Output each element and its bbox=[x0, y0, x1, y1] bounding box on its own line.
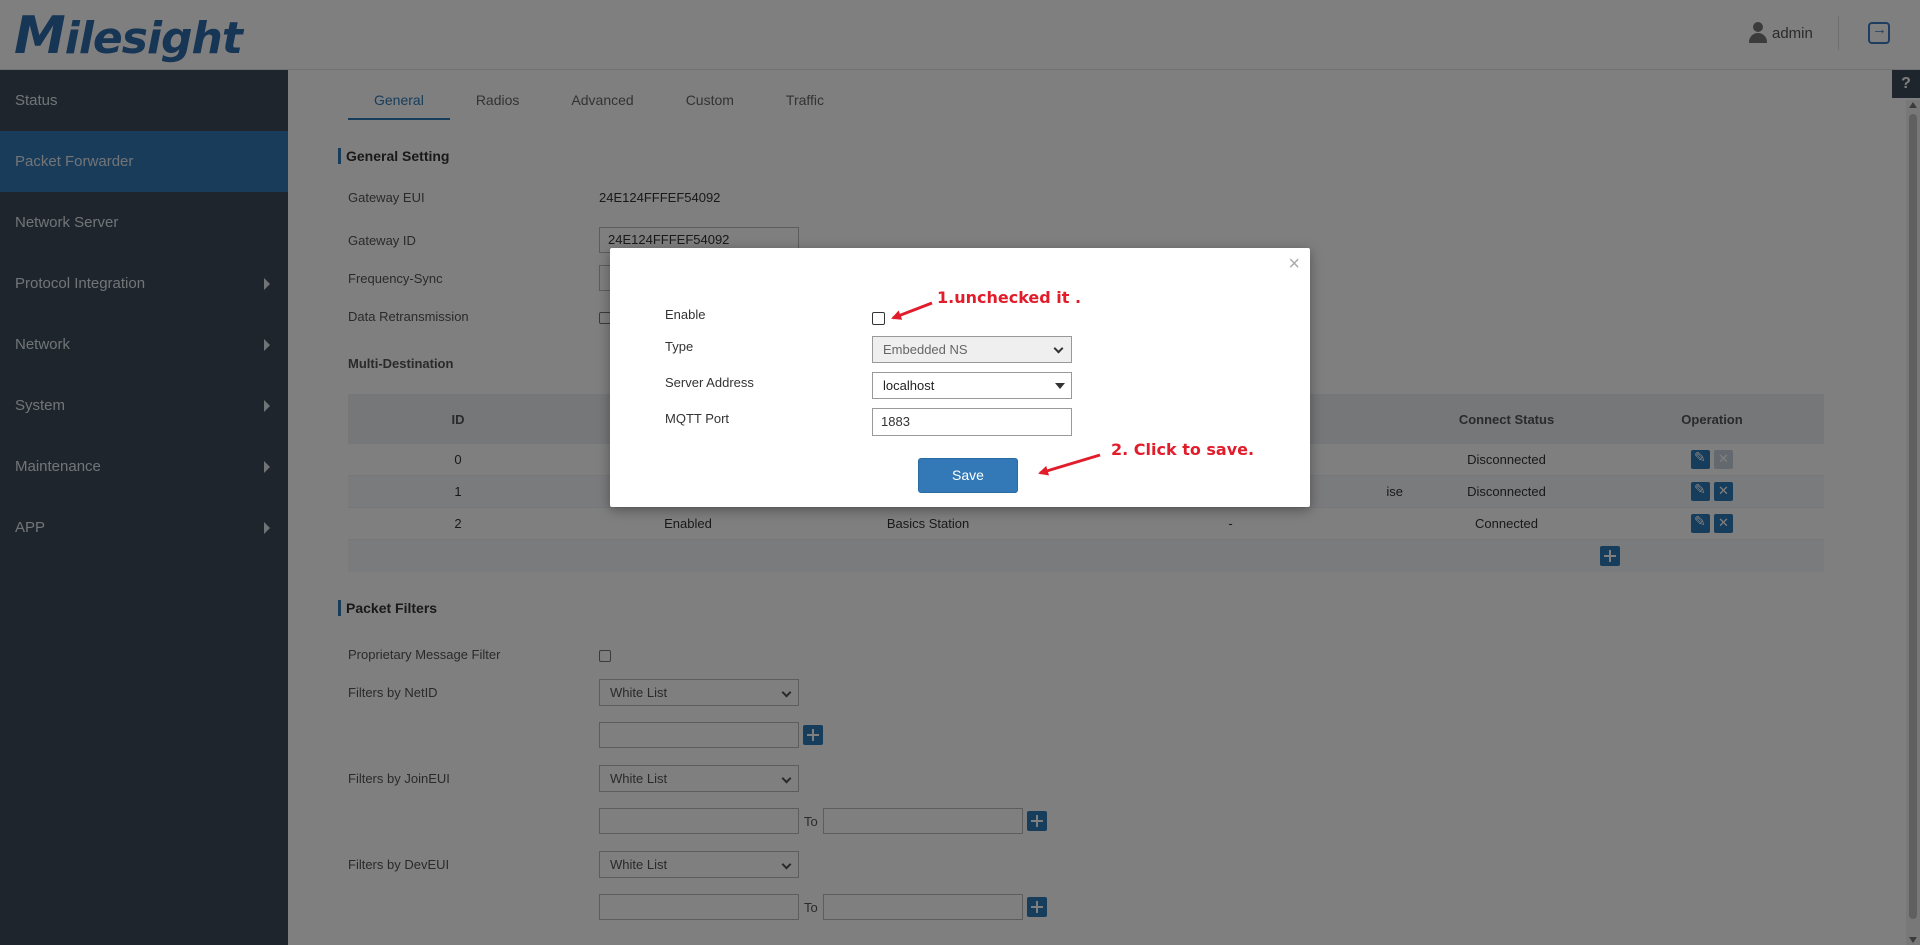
mqtt-port-label: MQTT Port bbox=[665, 411, 730, 426]
enable-label: Enable bbox=[665, 307, 706, 322]
mqtt-port-input[interactable]: 1883 bbox=[872, 408, 1072, 436]
server-address-select[interactable]: localhost bbox=[872, 372, 1072, 399]
server-address-label: Server Address bbox=[665, 375, 754, 390]
destination-edit-modal: × Enable Type Embedded NS Server Address… bbox=[610, 248, 1310, 507]
annotation-step1: 1.unchecked it . bbox=[937, 288, 1082, 307]
close-icon[interactable]: × bbox=[1288, 253, 1300, 276]
type-select[interactable]: Embedded NS bbox=[872, 336, 1072, 363]
type-label: Type bbox=[665, 339, 694, 354]
annotation-step2: 2. Click to save. bbox=[1111, 440, 1255, 459]
enable-checkbox[interactable] bbox=[872, 312, 885, 325]
save-button[interactable]: Save bbox=[918, 458, 1018, 493]
